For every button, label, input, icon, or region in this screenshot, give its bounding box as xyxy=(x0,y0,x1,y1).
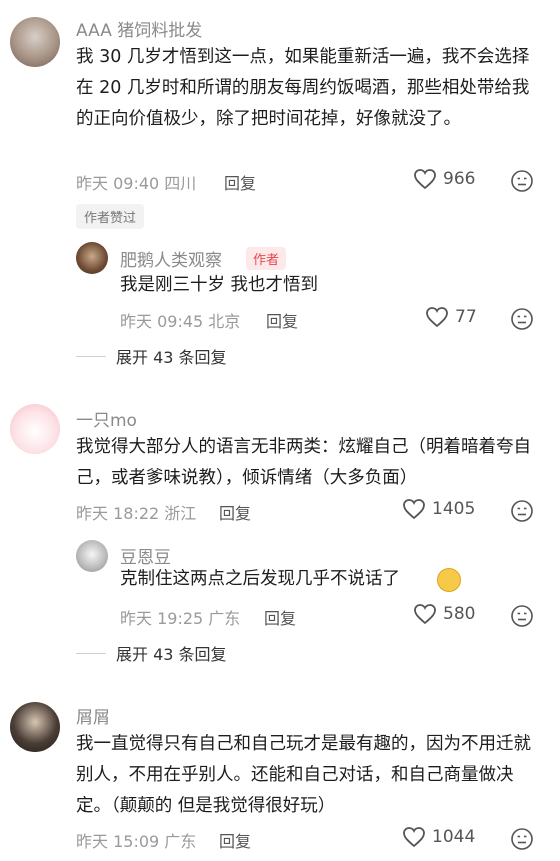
reply-button[interactable]: 回复 xyxy=(264,605,296,629)
expand-line xyxy=(76,355,106,357)
reply-button[interactable]: 回复 xyxy=(219,500,251,524)
like-button[interactable]: 966 xyxy=(413,168,475,190)
like-button[interactable]: 1044 xyxy=(402,826,475,848)
like-count: 966 xyxy=(443,169,476,189)
like-button[interactable]: 1405 xyxy=(402,498,475,520)
avatar[interactable] xyxy=(10,17,60,67)
reply-button[interactable]: 回复 xyxy=(219,828,251,852)
heart-outline-icon xyxy=(403,499,425,520)
dislike-face-icon[interactable] xyxy=(510,827,534,851)
heart-outline-icon xyxy=(414,169,436,190)
like-count: 1044 xyxy=(432,827,476,847)
heart-outline-icon xyxy=(403,827,425,848)
like-count: 1405 xyxy=(432,499,476,519)
comment-author-name[interactable]: 一只mo xyxy=(76,406,137,431)
like-count: 77 xyxy=(455,307,477,327)
avatar[interactable] xyxy=(10,404,60,454)
reply-text: 我是刚三十岁 我也才悟到 xyxy=(120,275,319,295)
expand-replies-button[interactable]: 展开 43 条回复 xyxy=(76,344,227,368)
like-count: 580 xyxy=(443,604,476,624)
author-tag: 作者 xyxy=(246,247,287,270)
reply-button[interactable]: 回复 xyxy=(224,170,256,194)
expand-line xyxy=(76,652,106,654)
avatar[interactable] xyxy=(76,540,108,572)
avatar[interactable] xyxy=(76,242,108,274)
expand-replies-button[interactable]: 展开 43 条回复 xyxy=(76,641,227,665)
dislike-face-icon[interactable] xyxy=(510,499,534,523)
heart-outline-icon xyxy=(426,307,448,328)
dislike-face-icon[interactable] xyxy=(510,307,534,331)
reply-time-location: 昨天 19:25 广东 xyxy=(120,609,241,628)
avatar[interactable] xyxy=(10,702,60,752)
comment-text: 我一直觉得只有自己和自己玩才是最有趣的，因为不用迁就别人，不用在乎别人。还能和自… xyxy=(76,734,531,816)
dislike-face-icon[interactable] xyxy=(510,169,534,193)
comment-author-name[interactable]: AAA 猪饲料批发 xyxy=(76,16,202,41)
reply-author-name[interactable]: 肥鹅人类观察 xyxy=(120,246,222,271)
comment-time-location: 昨天 09:40 四川 xyxy=(76,174,197,193)
comment-text: 我 30 几岁才悟到这一点，如果能重新活一遍，我不会选择在 20 几岁时和所谓的… xyxy=(76,47,530,129)
comment-author-name[interactable]: 屑屑 xyxy=(76,703,110,728)
comment-time-location: 昨天 18:22 浙江 xyxy=(76,504,197,523)
expand-replies-label: 展开 43 条回复 xyxy=(116,645,227,664)
expand-replies-label: 展开 43 条回复 xyxy=(116,348,227,367)
heart-outline-icon xyxy=(414,604,436,625)
dislike-face-icon[interactable] xyxy=(510,604,534,628)
like-button[interactable]: 77 xyxy=(425,306,477,328)
reply-button[interactable]: 回复 xyxy=(266,308,298,332)
reply-time-location: 昨天 09:45 北京 xyxy=(120,312,241,331)
like-button[interactable]: 580 xyxy=(413,603,475,625)
laughing-emoji-icon xyxy=(437,568,461,592)
author-liked-badge: 作者赞过 xyxy=(76,204,145,229)
comment-time-location: 昨天 15:09 广东 xyxy=(76,832,197,851)
comment-text: 我觉得大部分人的语言无非两类：炫耀自己（明着暗着夸自己，或者爹味说教），倾诉情绪… xyxy=(76,437,531,488)
reply-text: 克制住这两点之后发现几乎不说话了 xyxy=(120,569,400,589)
